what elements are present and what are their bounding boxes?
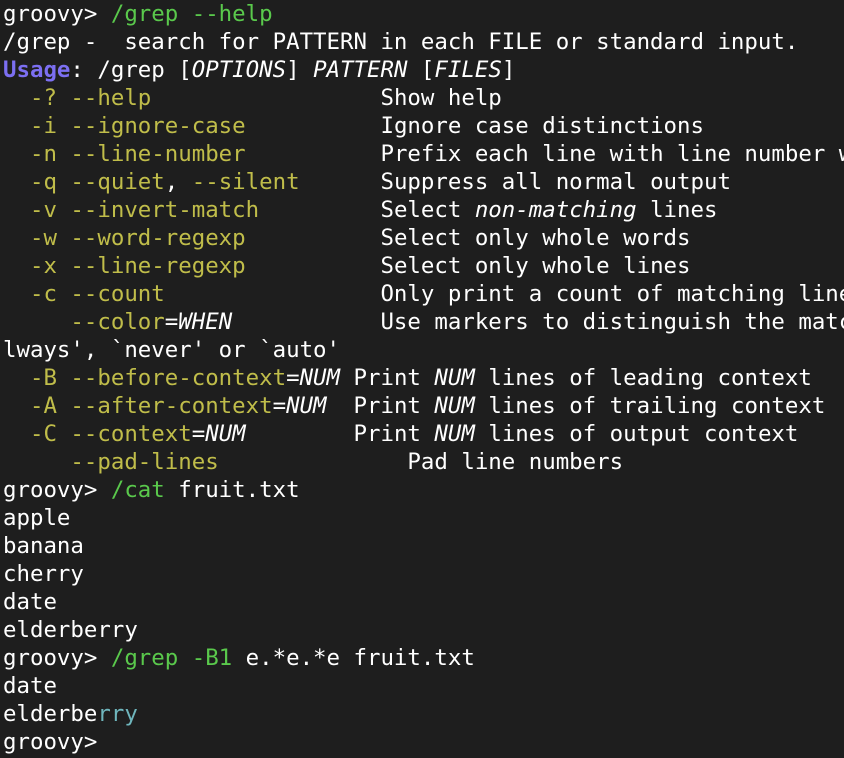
terminal-text-segment: /cat <box>110 477 165 503</box>
terminal-text-segment: NUM <box>299 365 341 391</box>
terminal-text-segment: -? --help <box>3 85 152 111</box>
terminal-text-segment: = <box>164 309 179 335</box>
terminal-line: elderberry <box>3 700 844 728</box>
terminal-text-segment: cherry <box>3 561 84 587</box>
terminal-text-segment: lines of leading context <box>474 365 812 391</box>
terminal-text-segment: : /grep [ <box>70 57 192 83</box>
terminal-text-segment: Print <box>245 421 435 447</box>
terminal-text-segment: elderberry <box>3 617 138 643</box>
terminal-line: -C --context=NUM Print NUM lines of outp… <box>3 420 844 448</box>
terminal-line: -c --count Only print a count of matchin… <box>3 280 844 308</box>
terminal-line: groovy> <box>3 728 844 756</box>
terminal-text-segment: ] <box>286 57 314 83</box>
terminal-text-segment: Select <box>259 197 475 223</box>
terminal-text-segment: non-matching <box>474 197 637 223</box>
terminal-text-segment: -q --quiet <box>3 169 165 195</box>
terminal-text-segment: OPTIONS <box>191 57 287 83</box>
terminal-text-segment: lines <box>636 197 718 223</box>
terminal-text-segment: -x --line-regexp <box>3 253 246 279</box>
terminal-line: -i --ignore-case Ignore case distinction… <box>3 112 844 140</box>
terminal-text-segment: -A --after-context <box>3 393 273 419</box>
terminal-text-segment: -B --before-context <box>3 365 287 391</box>
terminal-text-segment: fruit.txt <box>164 477 300 503</box>
terminal-text-segment: ] <box>501 57 516 83</box>
terminal-text-segment: apple <box>3 505 71 531</box>
terminal-text-segment: NUM <box>286 393 327 419</box>
terminal-text-segment: PATTERN <box>313 57 408 83</box>
terminal-line: banana <box>3 532 844 560</box>
terminal-text-segment: date <box>3 589 57 615</box>
terminal-text-segment: = <box>191 421 206 447</box>
terminal-text-segment: /grep --help <box>110 1 273 27</box>
terminal-text-segment: /grep - search for PATTERN in each FILE … <box>3 29 799 55</box>
terminal-text-segment: e.*e.*e fruit.txt <box>232 645 475 671</box>
terminal-line: -q --quiet, --silent Suppress all normal… <box>3 168 844 196</box>
terminal-text-segment: --color <box>3 309 165 335</box>
terminal-line: -B --before-context=NUM Print NUM lines … <box>3 364 844 392</box>
terminal-line: groovy> /grep -B1 e.*e.*e fruit.txt <box>3 644 844 672</box>
terminal-text-segment: Select only whole words <box>245 225 691 251</box>
terminal-text-segment: banana <box>3 533 84 559</box>
terminal-line: -A --after-context=NUM Print NUM lines o… <box>3 392 844 420</box>
terminal-line: --pad-lines Pad line numbers <box>3 448 844 476</box>
terminal-line: -w --word-regexp Select only whole words <box>3 224 844 252</box>
terminal-text-segment: Usage <box>3 57 71 83</box>
terminal-text-segment: Suppress all normal output <box>299 169 731 195</box>
terminal-text-segment: Only print a count of matching line <box>164 281 844 307</box>
terminal-line: groovy> /grep --help <box>3 0 844 28</box>
terminal-text-segment: NUM <box>434 393 475 419</box>
terminal-text-segment: date <box>3 673 57 699</box>
terminal-line: groovy> /cat fruit.txt <box>3 476 844 504</box>
terminal-text-segment: Print <box>326 393 435 419</box>
terminal-text-segment: Print <box>340 365 435 391</box>
terminal-text-segment: FILES <box>434 57 502 83</box>
terminal-text-segment: rry <box>97 701 138 727</box>
terminal-line: -n --line-number Prefix each line with l… <box>3 140 844 168</box>
terminal-text-segment: -C --context <box>3 421 192 447</box>
terminal-text-segment: -v --invert-match <box>3 197 260 223</box>
terminal-line: -? --help Show help <box>3 84 844 112</box>
terminal-line: apple <box>3 504 844 532</box>
terminal-text-segment: groovy> <box>3 1 111 27</box>
terminal-text-segment: = <box>272 393 287 419</box>
terminal-text-segment: --silent <box>191 169 300 195</box>
terminal-text-segment: -n --line-number <box>3 141 246 167</box>
terminal-line: date <box>3 672 844 700</box>
terminal-text-segment: Pad line numbers <box>218 449 624 475</box>
terminal-line: lways', `never' or `auto' <box>3 336 844 364</box>
terminal-text-segment: groovy> <box>3 729 98 755</box>
terminal-line: --color=WHEN Use markers to distinguish … <box>3 308 844 336</box>
terminal-text-segment: Ignore case distinctions <box>245 113 704 139</box>
terminal-line: cherry <box>3 560 844 588</box>
terminal-text-segment: Select only whole lines <box>245 253 691 279</box>
terminal-text-segment: = <box>286 365 300 391</box>
terminal-text-segment: NUM <box>434 365 475 391</box>
terminal-text-segment: Show help <box>151 85 502 111</box>
terminal-text-segment: groovy> <box>3 645 111 671</box>
terminal-text-segment: groovy> <box>3 477 111 503</box>
terminal-line: Usage: /grep [OPTIONS] PATTERN [FILES] <box>3 56 844 84</box>
terminal-line: -x --line-regexp Select only whole lines <box>3 252 844 280</box>
terminal-text-segment: NUM <box>205 421 246 447</box>
terminal-text-segment: lines of trailing context <box>474 393 826 419</box>
terminal-text-segment: lways', `never' or `auto' <box>3 337 341 363</box>
terminal-text-segment: lines of output context <box>474 421 799 447</box>
terminal-text-segment: --pad-lines <box>3 449 219 475</box>
terminal-line: -v --invert-match Select non-matching li… <box>3 196 844 224</box>
terminal-line: elderberry <box>3 616 844 644</box>
terminal-text-segment: , <box>164 169 192 195</box>
terminal-text-segment: /grep -B1 <box>110 645 233 671</box>
terminal-output[interactable]: groovy> /grep --help/grep - search for P… <box>0 0 844 758</box>
terminal-text-segment: NUM <box>434 421 475 447</box>
terminal-text-segment: WHEN <box>178 309 233 335</box>
terminal-text-segment: Use markers to distinguish the matc <box>232 309 844 335</box>
terminal-text-segment: [ <box>407 57 435 83</box>
terminal-text-segment: elderbe <box>3 701 98 727</box>
terminal-line: /grep - search for PATTERN in each FILE … <box>3 28 844 56</box>
terminal-text-segment: -i --ignore-case <box>3 113 246 139</box>
terminal-text-segment: -w --word-regexp <box>3 225 246 251</box>
terminal-line: date <box>3 588 844 616</box>
terminal-text-segment: -c --count <box>3 281 165 307</box>
terminal-text-segment: Prefix each line with line number w <box>245 141 844 167</box>
